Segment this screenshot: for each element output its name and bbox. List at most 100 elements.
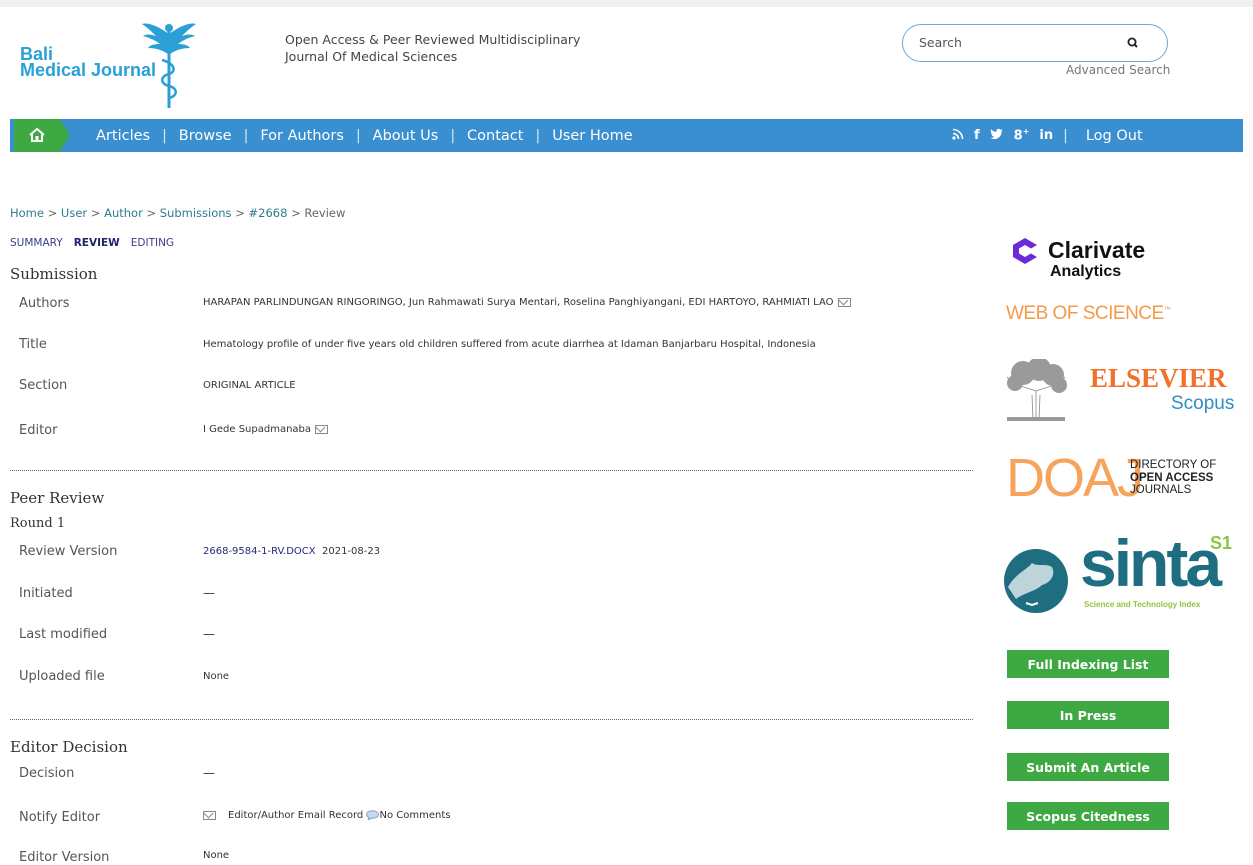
- notify-editor-mail-icon[interactable]: [203, 810, 216, 820]
- home-button[interactable]: [14, 119, 60, 152]
- breadcrumb-author[interactable]: Author: [104, 206, 143, 220]
- advanced-search-link[interactable]: Advanced Search: [1066, 63, 1170, 77]
- initiated-value: —: [203, 586, 215, 600]
- review-version-file-link[interactable]: 2668-9584-1-RV.DOCX: [203, 546, 316, 557]
- trademark-sign: ™: [1163, 306, 1171, 314]
- doaj-line-3: JOURNALS: [1130, 484, 1192, 496]
- doaj-line-1: DIRECTORY OF: [1130, 459, 1217, 471]
- review-version-value: 2668-9584-1-RV.DOCX 2021-08-23: [203, 546, 380, 557]
- notify-editor-value: Editor/Author Email Record No Comments: [203, 810, 450, 821]
- submission-heading: Submission: [10, 265, 98, 283]
- section-value: ORIGINAL ARTICLE: [203, 380, 296, 391]
- tab-review[interactable]: REVIEW: [74, 237, 120, 249]
- nav-user-home[interactable]: User Home: [552, 128, 632, 144]
- email-editor-icon[interactable]: [315, 424, 329, 434]
- round-heading: Round 1: [10, 516, 66, 531]
- section-label: Section: [19, 378, 68, 393]
- nav-separator: |: [162, 127, 167, 144]
- submit-article-button[interactable]: Submit An Article: [1007, 753, 1169, 781]
- breadcrumb-submission-id[interactable]: #2668: [249, 206, 288, 220]
- clarivate-text: Clarivate: [1048, 237, 1146, 263]
- sinta-globe-icon: [1004, 549, 1068, 613]
- linkedin-icon[interactable]: in: [1039, 128, 1053, 143]
- title-value: Hematology profile of under five years o…: [203, 339, 816, 350]
- nav-separator: |: [1063, 127, 1068, 144]
- sinta-level: S1: [1210, 533, 1233, 553]
- full-indexing-list-button[interactable]: Full Indexing List: [1007, 650, 1169, 678]
- email-record-link[interactable]: Editor/Author Email Record: [228, 810, 363, 821]
- breadcrumb-separator: >: [235, 206, 245, 220]
- elsevier-text: ELSEVIER: [1090, 363, 1227, 393]
- scopus-citedness-button[interactable]: Scopus Citedness: [1007, 802, 1169, 830]
- authors-text: HARAPAN PARLINDUNGAN RINGORINGO, Jun Rah…: [203, 297, 834, 308]
- top-strip: [0, 0, 1253, 7]
- no-comments-text: No Comments: [379, 810, 451, 821]
- comment-icon[interactable]: [366, 810, 380, 821]
- clarivate-mark-icon: [1013, 238, 1037, 264]
- breadcrumb-separator: >: [146, 206, 157, 220]
- rss-icon[interactable]: [952, 128, 964, 144]
- sinta-logo[interactable]: sinta S1 Science and Technology Index: [1002, 526, 1238, 615]
- sinta-text: sinta: [1080, 526, 1222, 600]
- facebook-icon[interactable]: f: [974, 128, 980, 143]
- analytics-text: Analytics: [1050, 263, 1122, 280]
- doaj-subtitle: DIRECTORY OF OPEN ACCESS JOURNALS: [1130, 459, 1216, 497]
- google-plus-icon[interactable]: 8+: [1014, 127, 1030, 143]
- logout-link[interactable]: Log Out: [1086, 128, 1143, 144]
- section-divider: [10, 470, 973, 471]
- home-icon: [29, 127, 45, 142]
- doaj-line-2: OPEN ACCESS: [1130, 471, 1214, 484]
- breadcrumb-submissions[interactable]: Submissions: [160, 206, 232, 220]
- tab-editing[interactable]: EDITING: [131, 237, 174, 249]
- review-version-label: Review Version: [19, 544, 118, 559]
- review-version-date: 2021-08-23: [321, 546, 381, 557]
- editor-decision-heading: Editor Decision: [10, 738, 128, 756]
- tab-summary[interactable]: SUMMARY: [10, 237, 63, 249]
- breadcrumb: Home > User > Author > Submissions > #26…: [10, 206, 345, 220]
- social-links: f 8+ in | Log Out: [952, 119, 1143, 152]
- doaj-text: DOAJ: [1006, 448, 1144, 508]
- search-box: [902, 24, 1168, 62]
- twitter-icon[interactable]: [989, 128, 1004, 144]
- breadcrumb-user[interactable]: User: [61, 206, 87, 220]
- doaj-logo[interactable]: DOAJ DIRECTORY OF OPEN ACCESS JOURNALS: [1006, 448, 1231, 515]
- clarivate-wos-logo[interactable]: Clarivate Analytics WEB OF SCIENCE™: [1006, 233, 1196, 325]
- breadcrumb-current: Review: [304, 206, 346, 220]
- journal-tagline: Open Access & Peer Reviewed Multidiscipl…: [285, 32, 581, 64]
- nav-separator: |: [535, 127, 541, 144]
- uploaded-file-label: Uploaded file: [19, 669, 105, 684]
- search-icon[interactable]: [1125, 35, 1141, 51]
- editor-version-value: None: [203, 850, 230, 861]
- nav-contact[interactable]: Contact: [467, 128, 523, 144]
- nav-articles[interactable]: Articles: [96, 128, 150, 144]
- submission-tabs: SUMMARY REVIEW EDITING: [10, 237, 174, 249]
- elsevier-tree-icon: [1003, 357, 1069, 425]
- sinta-subtitle: Science and Technology Index: [1084, 600, 1201, 609]
- nav-about-us[interactable]: About Us: [373, 128, 439, 144]
- editor-value: I Gede Supadmanaba: [203, 424, 329, 435]
- web-of-science-label: WEB OF SCIENCE: [1006, 303, 1164, 324]
- nav-for-authors[interactable]: For Authors: [260, 128, 344, 144]
- initiated-label: Initiated: [19, 586, 73, 601]
- search-input[interactable]: [917, 34, 1121, 51]
- peer-review-heading: Peer Review: [10, 489, 105, 507]
- decision-label: Decision: [19, 766, 75, 781]
- breadcrumb-separator: >: [90, 206, 101, 220]
- last-modified-value: —: [203, 627, 215, 641]
- journal-logo[interactable]: Bali Medical Journal: [20, 22, 196, 110]
- breadcrumb-separator: >: [47, 206, 58, 220]
- nav-separator: |: [355, 127, 361, 144]
- nav-browse[interactable]: Browse: [179, 128, 232, 144]
- uploaded-file-value: None: [203, 671, 230, 682]
- nav-separator: |: [450, 127, 456, 144]
- title-label: Title: [19, 337, 47, 352]
- email-authors-icon[interactable]: [837, 297, 851, 307]
- breadcrumb-home[interactable]: Home: [10, 206, 44, 220]
- logo-line-2: Medical Journal: [20, 60, 157, 80]
- nav-separator: |: [243, 127, 249, 144]
- editor-label: Editor: [19, 423, 58, 438]
- elsevier-scopus-logo[interactable]: ELSEVIER Scopus: [1003, 357, 1235, 429]
- last-modified-label: Last modified: [19, 627, 108, 642]
- in-press-button[interactable]: In Press: [1007, 701, 1169, 729]
- section-divider: [10, 719, 973, 720]
